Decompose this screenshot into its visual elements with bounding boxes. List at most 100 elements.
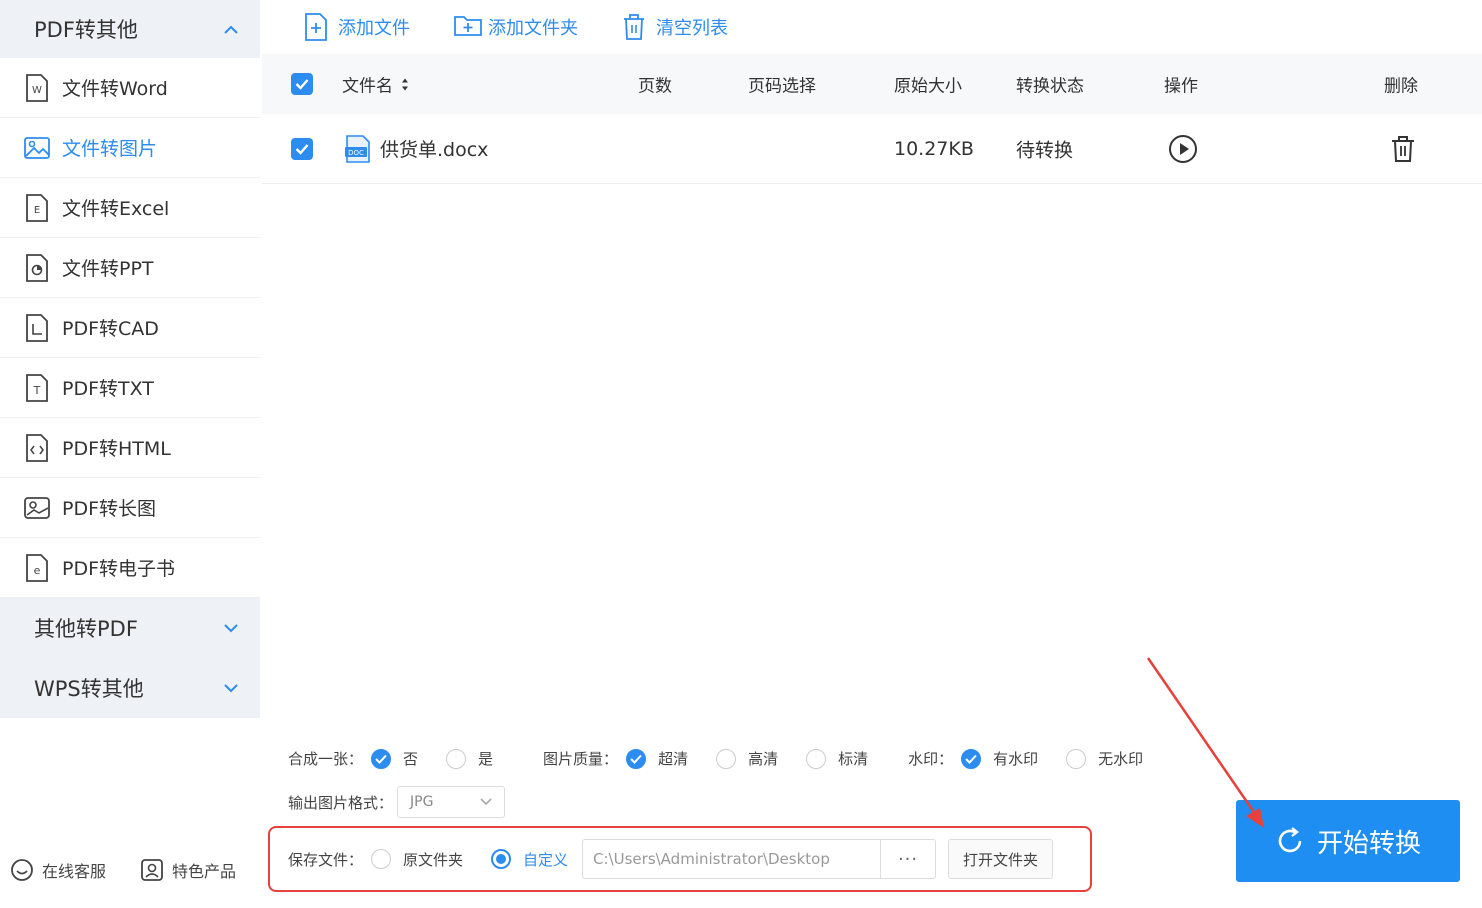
start-convert-label: 开始转换 — [1316, 828, 1421, 859]
quality-standard-radio[interactable] — [806, 748, 827, 769]
merge-no-label: 否 — [403, 750, 419, 768]
product-icon — [140, 858, 164, 882]
row-checkbox[interactable] — [291, 137, 313, 160]
sidebar: PDF转其他 W 文件转Word 文件转图片 E 文件转Excel 文件转PPT… — [0, 0, 260, 908]
sidebar-item-label: 文件转Word — [62, 78, 168, 100]
save-original-radio[interactable] — [371, 849, 392, 869]
watermark-no-radio[interactable] — [1066, 748, 1087, 769]
save-path-value: C:\Users\Administrator\Desktop — [593, 850, 830, 868]
column-original-size: 原始大小 — [894, 76, 962, 97]
save-custom-label: 自定义 — [523, 850, 569, 869]
group-pdf-to-other[interactable]: PDF转其他 — [0, 0, 260, 58]
clear-list-button[interactable]: 清空列表 — [622, 13, 728, 41]
html-file-icon — [24, 433, 50, 462]
format-value: JPG — [410, 794, 434, 810]
browse-button[interactable]: ··· — [880, 839, 937, 879]
sidebar-item-file-to-word[interactable]: W 文件转Word — [0, 58, 260, 118]
sidebar-item-file-to-excel[interactable]: E 文件转Excel — [0, 178, 260, 238]
svg-text:DOC: DOC — [348, 149, 364, 157]
excel-file-icon: E — [24, 193, 50, 222]
column-status: 转换状态 — [1016, 76, 1084, 97]
merge-yes-radio[interactable] — [446, 748, 467, 769]
group-wps-to-other[interactable]: WPS转其他 — [0, 658, 260, 718]
sidebar-item-file-to-image[interactable]: 文件转图片 — [0, 118, 260, 178]
online-service-label: 在线客服 — [42, 862, 107, 881]
sidebar-item-pdf-to-cad[interactable]: PDF转CAD — [0, 298, 260, 358]
sidebar-item-label: 文件转图片 — [62, 138, 158, 160]
delete-row-button[interactable] — [1390, 135, 1416, 163]
quality-high-radio[interactable] — [716, 748, 737, 769]
column-page-select: 页码选择 — [748, 76, 816, 97]
svg-text:e: e — [34, 564, 41, 577]
add-file-button[interactable]: 添加文件 — [304, 13, 410, 41]
quality-ultra-radio[interactable] — [626, 748, 647, 769]
sidebar-item-label: PDF转TXT — [62, 378, 154, 400]
group-label: PDF转其他 — [34, 18, 138, 42]
refresh-icon — [1275, 826, 1305, 856]
sidebar-item-label: 文件转Excel — [62, 198, 170, 220]
svg-text:W: W — [32, 85, 42, 96]
sidebar-item-pdf-to-long-image[interactable]: PDF转长图 — [0, 478, 260, 538]
column-action: 操作 — [1164, 76, 1198, 97]
add-folder-button[interactable]: 添加文件夹 — [454, 13, 578, 41]
start-convert-button[interactable]: 开始转换 — [1236, 800, 1460, 882]
sort-icon — [401, 77, 409, 91]
format-select[interactable]: JPG — [397, 786, 506, 818]
save-label: 保存文件： — [288, 850, 364, 869]
add-folder-label: 添加文件夹 — [488, 18, 578, 39]
save-original-label: 原文件夹 — [403, 850, 464, 869]
file-status: 待转换 — [1016, 139, 1074, 161]
open-folder-button[interactable]: 打开文件夹 — [948, 839, 1054, 879]
file-name: 供货单.docx — [380, 139, 489, 161]
save-path-input[interactable]: C:\Users\Administrator\Desktop — [582, 839, 881, 879]
options-row-1: 合成一张： 否 是 图片质量： 超清 高清 标清 水印： 有水印 无水印 — [288, 748, 1143, 769]
featured-products-label: 特色产品 — [172, 862, 237, 881]
merge-no-radio[interactable] — [371, 748, 392, 769]
watermark-no-label: 无水印 — [1098, 750, 1144, 768]
quality-label: 图片质量： — [543, 750, 619, 768]
save-custom-radio[interactable] — [491, 849, 512, 869]
sidebar-item-pdf-to-txt[interactable]: T PDF转TXT — [0, 358, 260, 418]
save-location-box: 保存文件： 原文件夹 自定义 C:\Users\Administrator\De… — [268, 826, 1092, 892]
cad-file-icon — [24, 313, 50, 342]
file-table: 文件名 页数 页码选择 原始大小 转换状态 操作 删除 DOC 供货单.docx — [262, 54, 1482, 184]
quality-standard-label: 标清 — [838, 750, 869, 768]
sidebar-item-pdf-to-html[interactable]: PDF转HTML — [0, 418, 260, 478]
txt-file-icon: T — [24, 373, 50, 402]
options-row-2: 输出图片格式： JPG — [288, 786, 506, 818]
ellipsis-icon: ··· — [897, 848, 919, 870]
quality-ultra-label: 超清 — [658, 750, 689, 768]
sidebar-item-label: 文件转PPT — [62, 258, 154, 280]
group-label: 其他转PDF — [34, 617, 138, 641]
sidebar-item-pdf-to-ebook[interactable]: e PDF转电子书 — [0, 538, 260, 598]
options-panel: 合成一张： 否 是 图片质量： 超清 高清 标清 水印： 有水印 无水印 输出图… — [262, 720, 1222, 908]
add-folder-icon — [454, 13, 482, 41]
format-label: 输出图片格式： — [288, 793, 394, 812]
chat-icon — [10, 858, 34, 882]
watermark-yes-label: 有水印 — [993, 750, 1039, 768]
sidebar-footer: 在线客服 特色产品 — [0, 718, 260, 908]
svg-text:E: E — [34, 205, 40, 216]
column-filename-label: 文件名 — [342, 76, 393, 97]
play-icon — [1168, 134, 1198, 164]
watermark-yes-radio[interactable] — [961, 748, 982, 769]
chevron-down-icon — [480, 798, 492, 806]
column-filename[interactable]: 文件名 — [342, 72, 409, 97]
app-window: PDF转其他 W 文件转Word 文件转图片 E 文件转Excel 文件转PPT… — [0, 0, 1482, 908]
select-all-checkbox[interactable] — [291, 73, 313, 95]
online-service-link[interactable]: 在线客服 — [10, 858, 106, 882]
convert-row-button[interactable] — [1168, 134, 1198, 164]
sidebar-item-file-to-ppt[interactable]: 文件转PPT — [0, 238, 260, 298]
trash-icon — [1390, 135, 1416, 163]
merge-yes-label: 是 — [478, 750, 494, 768]
long-image-icon — [24, 494, 50, 522]
column-pages: 页数 — [638, 76, 672, 97]
clear-list-label: 清空列表 — [656, 18, 728, 39]
group-other-to-pdf[interactable]: 其他转PDF — [0, 598, 260, 658]
ppt-file-icon — [24, 253, 50, 282]
sidebar-item-label: PDF转CAD — [62, 318, 159, 340]
group-label: WPS转其他 — [34, 677, 144, 701]
chevron-up-icon — [224, 22, 238, 36]
open-folder-label: 打开文件夹 — [963, 850, 1039, 869]
featured-products-link[interactable]: 特色产品 — [140, 858, 236, 882]
